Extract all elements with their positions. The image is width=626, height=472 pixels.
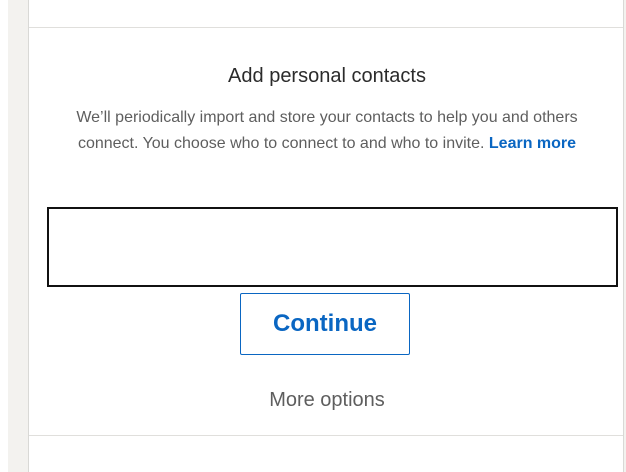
continue-button[interactable]: Continue xyxy=(240,293,410,355)
learn-more-link[interactable]: Learn more xyxy=(489,135,576,152)
card-description: We’ll periodically import and store your… xyxy=(59,105,595,157)
left-panel-edge xyxy=(0,0,8,472)
page: Add personal contacts We’ll periodically… xyxy=(0,0,626,472)
more-options-link[interactable]: More options xyxy=(29,389,625,412)
card-bottom-divider xyxy=(29,435,623,436)
card-top-divider xyxy=(29,27,623,28)
add-contacts-card: Add personal contacts We’ll periodically… xyxy=(28,0,624,472)
card-title: Add personal contacts xyxy=(228,65,426,87)
email-input[interactable] xyxy=(47,207,618,287)
